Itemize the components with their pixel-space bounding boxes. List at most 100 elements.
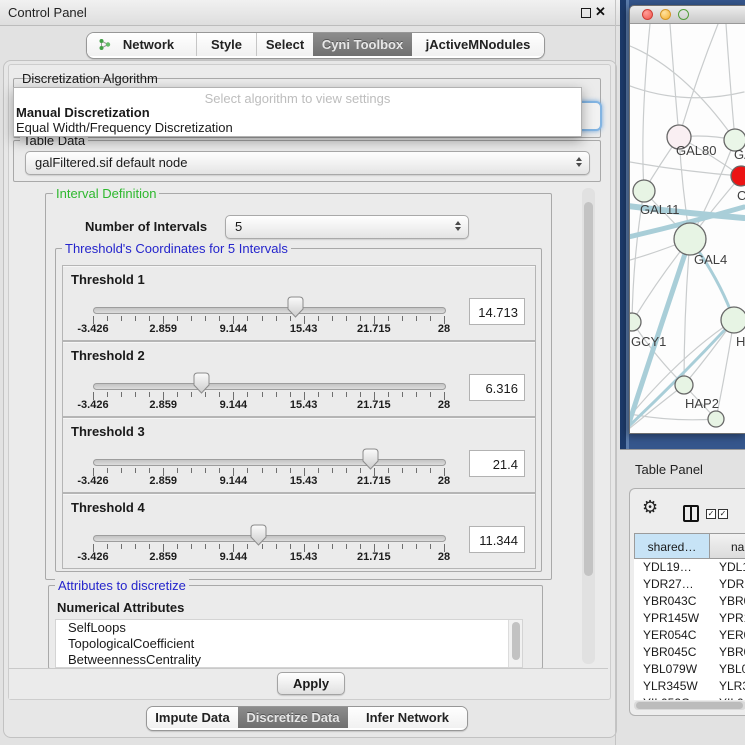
tick-mark (332, 316, 333, 321)
tab-network[interactable]: Network (87, 33, 197, 56)
zoom-traffic-light[interactable] (678, 9, 689, 20)
tick-mark (290, 544, 291, 549)
slider-thumb[interactable] (361, 448, 380, 470)
table-body: YDL19…YDL1YDR27…YDR2YBR043CYBR0YPR145WYP… (634, 559, 745, 700)
slider-track[interactable] (93, 535, 446, 542)
attributes-group-title: Attributes to discretize (55, 578, 189, 593)
slider-thumb[interactable] (192, 372, 211, 394)
tick-mark (262, 468, 263, 473)
tick-mark (430, 544, 431, 549)
column-header-name[interactable]: name (710, 533, 745, 559)
tab-jactivemnodules[interactable]: jActiveMNodules (412, 33, 544, 56)
algorithm-option-manual-discretization[interactable]: Manual Discretization (16, 105, 150, 120)
tab-infer-network[interactable]: Infer Network (348, 707, 467, 728)
table-row[interactable]: YER054CYER0 (634, 627, 745, 644)
tick-mark (388, 468, 389, 473)
tick-mark (135, 544, 136, 549)
column-layout-icon[interactable] (683, 505, 699, 522)
table-row[interactable]: YDL19…YDL1 (634, 559, 745, 576)
panel-splitter[interactable] (615, 0, 616, 745)
close-icon[interactable]: ✕ (595, 4, 606, 20)
tick-mark (318, 468, 319, 473)
threshold-row: Threshold 3 -3.4262.8599.14415.4321.7152… (62, 417, 536, 493)
tick-mark (276, 544, 277, 549)
tab-select[interactable]: Select (257, 33, 313, 56)
attribute-item-topologicalcoefficient[interactable]: TopologicalCoefficient (56, 636, 522, 652)
checkbox-checked-icon[interactable]: ✓ (718, 509, 728, 519)
tick-label: 15.43 (290, 323, 318, 335)
table-row[interactable]: YBL079WYBL0 (634, 661, 745, 678)
table-panel-section: Table Panel ⚙ ✓ ✓ shared… name YDL19…YDL… (620, 449, 745, 745)
table-window: ⚙ ✓ ✓ shared… name YDL19…YDL1YDR27…YDR2Y… (629, 488, 745, 716)
panel-scrollbar[interactable] (582, 188, 595, 664)
tick-mark (149, 392, 150, 397)
tick-label: 28 (438, 323, 450, 335)
tick-mark (346, 392, 347, 397)
network-node-gal4[interactable] (674, 223, 706, 255)
tab-style[interactable]: Style (197, 33, 257, 56)
tick-mark (247, 392, 248, 397)
threshold-row: Threshold 4 -3.4262.8599.14415.4321.7152… (62, 493, 536, 569)
network-node-gcy1[interactable] (630, 313, 641, 331)
slider-thumb[interactable] (249, 524, 268, 546)
tick-mark (416, 544, 417, 549)
slider-thumb[interactable] (286, 296, 305, 318)
slider-track[interactable] (93, 459, 446, 466)
network-node-gal11[interactable] (633, 180, 655, 202)
tick-label: -3.426 (77, 475, 108, 487)
attribute-item-betweennesscentrality[interactable]: BetweennessCentrality (56, 652, 522, 668)
tick-mark (332, 544, 333, 549)
threshold-value-field[interactable]: 14.713 (469, 298, 525, 325)
table-row[interactable]: YIL052CYIL0 (634, 695, 745, 700)
tick-label: -3.426 (77, 551, 108, 563)
attribute-item-selfloops[interactable]: SelfLoops (56, 620, 522, 636)
table-row[interactable]: YLR345WYLR3 (634, 678, 745, 695)
checkbox-checked-icon[interactable]: ✓ (706, 509, 716, 519)
close-traffic-light[interactable] (642, 9, 653, 20)
threshold-label: Threshold 3 (71, 424, 145, 439)
threshold-value-field[interactable]: 6.316 (469, 374, 525, 401)
tick-mark (318, 392, 319, 397)
float-window-icon[interactable] (581, 8, 591, 18)
tick-mark (360, 316, 361, 321)
algorithm-option-equal-width-frequency-discretization[interactable]: Equal Width/Frequency Discretization (16, 120, 233, 135)
threshold-value-field[interactable]: 11.344 (469, 526, 525, 553)
tick-mark (276, 392, 277, 397)
threshold-value-field[interactable]: 21.4 (469, 450, 525, 477)
tab-discretize-data[interactable]: Discretize Data (238, 707, 348, 728)
num-intervals-value: 5 (235, 216, 242, 238)
tick-mark (205, 316, 206, 321)
minimize-traffic-light[interactable] (660, 9, 671, 20)
tab-impute-data[interactable]: Impute Data (147, 707, 238, 728)
threshold-label: Threshold 2 (71, 348, 145, 363)
tab-cyni-toolbox[interactable]: Cyni Toolbox (313, 33, 412, 56)
table-row[interactable]: YBR045CYBR0 (634, 644, 745, 661)
network-node-hap2[interactable] (675, 376, 693, 394)
tick-mark (205, 544, 206, 549)
apply-button[interactable]: Apply (277, 672, 345, 695)
column-header-shared-name[interactable]: shared… (634, 533, 710, 559)
table-data-combo[interactable]: galFiltered.sif default node (25, 151, 590, 175)
table-row[interactable]: YPR145WYPR1 (634, 610, 745, 627)
network-window-titlebar[interactable] (630, 6, 745, 24)
algorithm-dropdown-popup: Select algorithm to view settings Manual… (13, 87, 582, 137)
tick-label: 21.715 (357, 399, 391, 411)
list-scrollbar[interactable] (508, 620, 522, 667)
network-node-edge-node[interactable] (708, 411, 724, 427)
table-row[interactable]: YBR043CYBR0 (634, 593, 745, 610)
network-node-h[interactable] (721, 307, 745, 333)
slider-track[interactable] (93, 307, 446, 314)
gear-icon[interactable]: ⚙ (642, 497, 658, 518)
network-canvas[interactable]: GAL80GACGAL11GAL4GCY1HHAP2 (630, 24, 745, 433)
tick-mark (149, 544, 150, 549)
attributes-list: SelfLoopsTopologicalCoefficientBetweenne… (55, 619, 523, 668)
horizontal-scrollbar[interactable] (634, 701, 745, 710)
network-node-red-node[interactable] (731, 166, 745, 186)
tick-mark (402, 316, 403, 321)
num-intervals-combo[interactable]: 5 (225, 215, 469, 239)
tick-mark (360, 392, 361, 397)
table-header: shared… name (634, 533, 745, 559)
application-window: Control Panel ✕ NetworkStyleSelectCyni T… (0, 0, 745, 745)
table-row[interactable]: YDR27…YDR2 (634, 576, 745, 593)
slider-track[interactable] (93, 383, 446, 390)
